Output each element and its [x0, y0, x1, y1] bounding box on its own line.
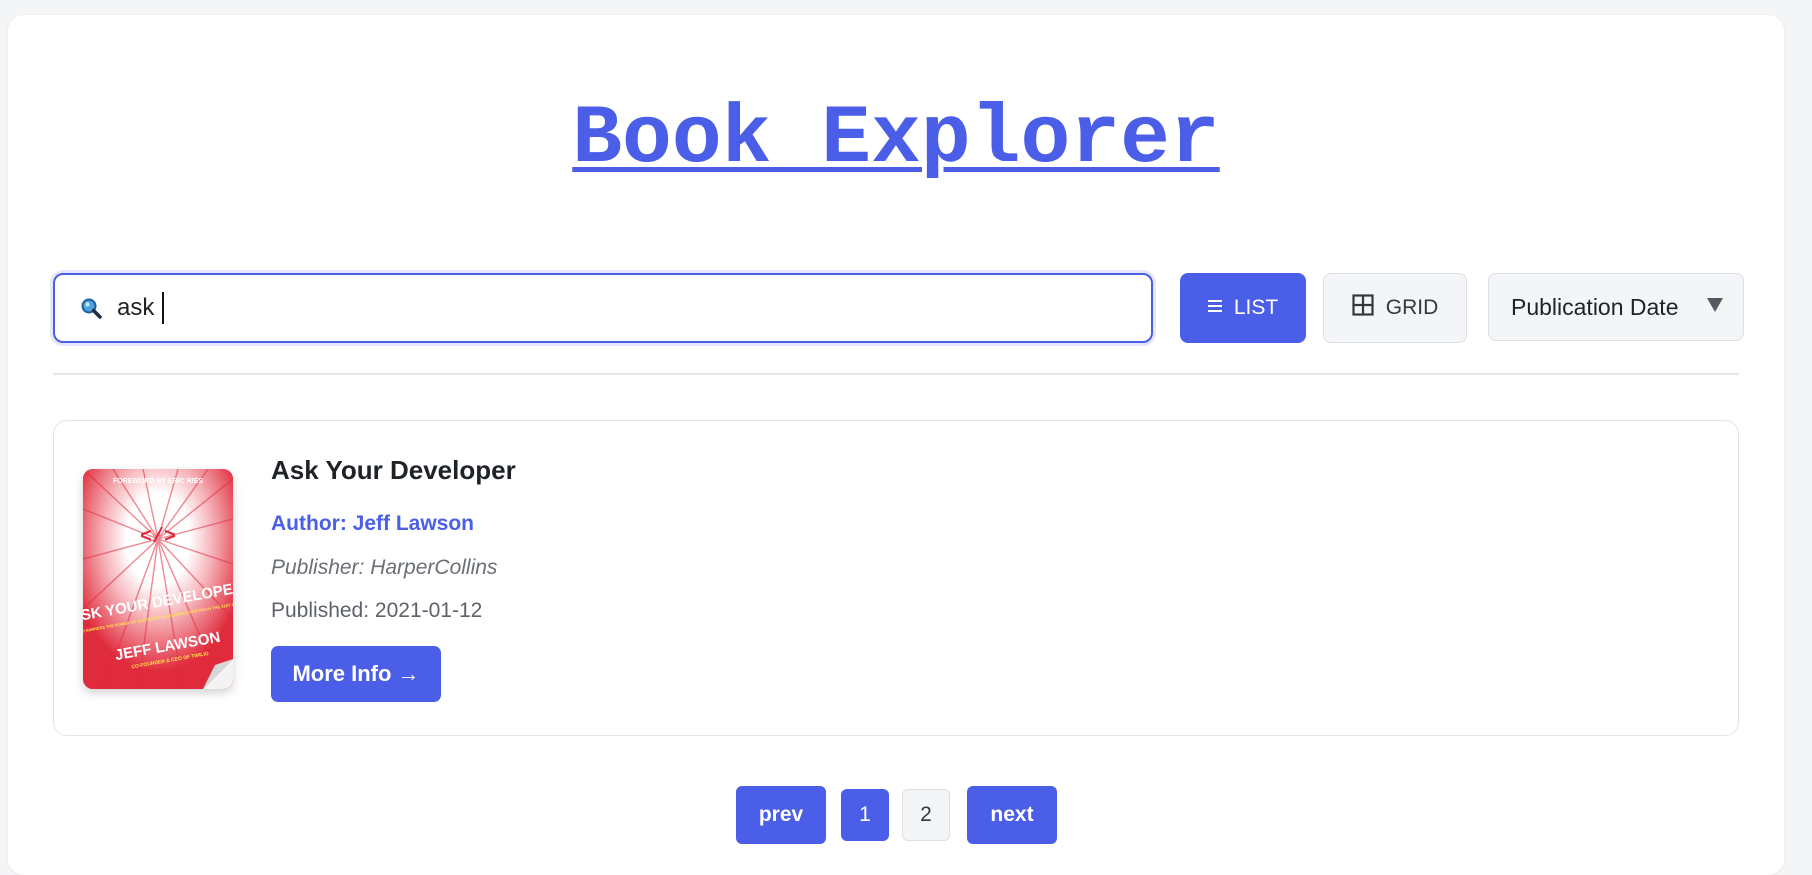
dropdown-arrow-icon	[1707, 298, 1723, 312]
cover-code-symbol: </>	[140, 526, 176, 549]
prev-button[interactable]: prev	[736, 786, 826, 844]
search-icon	[80, 297, 102, 319]
divider	[53, 373, 1739, 375]
book-cover-image[interactable]: </> FOREWORD BY ERIC RIES ASK YOUR DEVEL…	[83, 469, 233, 689]
list-view-button[interactable]: LIST	[1180, 273, 1306, 343]
text-caret	[162, 292, 164, 324]
page-title[interactable]: Book Explorer	[8, 89, 1784, 189]
cover-foreword: FOREWORD BY ERIC RIES	[113, 478, 203, 485]
sort-selected-value: Publication Date	[1511, 293, 1679, 320]
toolbar: LIST GRID Publication Date	[53, 273, 1744, 343]
grid-icon	[1352, 294, 1374, 322]
book-author: Author: Jeff Lawson	[271, 512, 474, 535]
book-card: </> FOREWORD BY ERIC RIES ASK YOUR DEVEL…	[53, 420, 1739, 736]
more-info-button[interactable]: More Info →	[271, 646, 441, 702]
grid-view-label: GRID	[1385, 296, 1439, 319]
book-title: Ask Your Developer	[271, 455, 516, 485]
grid-view-button[interactable]: GRID	[1323, 273, 1467, 343]
main-container: Book Explorer LIST	[8, 15, 1784, 875]
page-1-button[interactable]: 1	[841, 789, 889, 841]
sort-select[interactable]: Publication Date	[1488, 273, 1744, 341]
book-publisher: Publisher: HarperCollins	[271, 556, 498, 579]
search-input[interactable]	[117, 275, 1127, 341]
list-view-label: LIST	[1233, 296, 1279, 319]
next-button[interactable]: next	[967, 786, 1057, 844]
search-box[interactable]	[53, 273, 1153, 343]
book-published-date: Published: 2021-01-12	[271, 599, 483, 622]
page-2-button[interactable]: 2	[902, 789, 950, 841]
list-icon	[1207, 296, 1222, 320]
